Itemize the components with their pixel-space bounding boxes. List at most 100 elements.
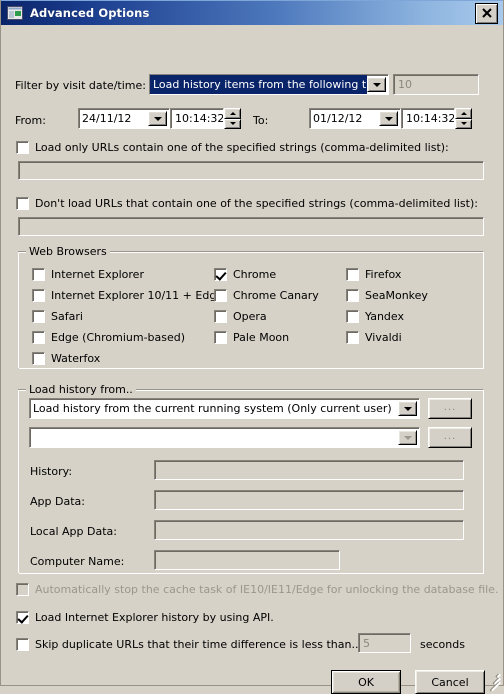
checkbox-box [16, 141, 29, 154]
browser-label: Safari [51, 310, 83, 323]
skip-duplicates-label: Skip duplicate URLs that their time diff… [35, 638, 362, 651]
close-icon [481, 8, 492, 18]
checkbox-box [346, 310, 359, 323]
browser-checkbox-opera[interactable]: Opera [214, 310, 267, 323]
browser-label: Internet Explorer [51, 268, 144, 281]
history-profile-browse-button[interactable]: ... [428, 427, 472, 448]
checkbox-box [16, 197, 29, 210]
browser-checkbox-yandex[interactable]: Yandex [346, 310, 404, 323]
history-profile-combo[interactable] [29, 427, 420, 448]
to-label: To: [253, 114, 269, 127]
exclude-urls-input[interactable] [18, 217, 484, 236]
history-path-input[interactable] [154, 460, 464, 480]
browser-label: Chrome Canary [233, 289, 319, 302]
from-date-value: 24/11/12 [82, 112, 132, 125]
checkbox-box [214, 331, 227, 344]
browser-label: Internet Explorer 10/11 + Edge [51, 289, 224, 302]
title-bar[interactable]: Advanced Options [1, 0, 503, 25]
advanced-options-dialog: Advanced Options Filter by visit date/ti… [0, 0, 504, 694]
browser-label: Yandex [365, 310, 404, 323]
load-ie-api-label: Load Internet Explorer history by using … [35, 611, 274, 624]
auto-stop-cache-label: Automatically stop the cache task of IE1… [35, 583, 499, 596]
checkbox-box [32, 310, 45, 323]
from-date-combo[interactable]: 24/11/12 [78, 108, 170, 129]
chevron-down-icon[interactable] [148, 111, 167, 126]
browser-label: Waterfox [51, 352, 101, 365]
checkbox-box [346, 268, 359, 281]
resize-grip[interactable] [487, 669, 501, 692]
browser-checkbox-internet-explorer-10-11-edge[interactable]: Internet Explorer 10/11 + Edge [32, 289, 223, 302]
spinner-down-button[interactable] [224, 118, 241, 129]
to-date-combo[interactable]: 01/12/12 [309, 108, 401, 129]
checkbox-box [16, 611, 29, 624]
to-time-spinner[interactable] [455, 108, 472, 129]
skip-duplicates-seconds-input[interactable]: 5 [358, 633, 411, 653]
checkbox-box [214, 310, 227, 323]
load-history-from-group-title: Load history from.. [26, 383, 136, 396]
local-app-data-input[interactable] [154, 520, 464, 540]
web-browsers-group-title: Web Browsers [26, 245, 110, 258]
load-ie-api-checkbox[interactable]: Load Internet Explorer history by using … [16, 611, 274, 624]
filter-mode-combo[interactable]: Load history items from the following ti… [149, 74, 389, 95]
browser-label: Opera [233, 310, 267, 323]
window-title: Advanced Options [30, 6, 150, 20]
local-app-data-label: Local App Data: [30, 525, 117, 538]
skip-duplicates-checkbox[interactable]: Skip duplicate URLs that their time diff… [16, 638, 362, 651]
browser-checkbox-internet-explorer[interactable]: Internet Explorer [32, 268, 144, 281]
include-urls-checkbox[interactable]: Load only URLs contain one of the specif… [16, 141, 449, 154]
chevron-down-icon[interactable] [367, 77, 386, 92]
filter-date-label: Filter by visit date/time: [15, 79, 146, 92]
checkbox-box [214, 268, 227, 281]
browser-checkbox-safari[interactable]: Safari [32, 310, 83, 323]
close-button[interactable] [475, 2, 498, 24]
history-path-label: History: [30, 465, 73, 478]
chevron-down-icon[interactable] [398, 401, 417, 416]
browser-label: SeaMonkey [365, 289, 428, 302]
spinner-up-button[interactable] [455, 108, 472, 119]
spinner-up-button[interactable] [224, 108, 241, 119]
checkbox-box [32, 289, 45, 302]
history-source-browse-button[interactable]: ... [428, 398, 472, 419]
chevron-down-icon[interactable] [379, 111, 398, 126]
window-options-icon [7, 6, 23, 20]
checkbox-box [16, 638, 29, 651]
browser-label: Pale Moon [233, 331, 290, 344]
exclude-urls-label: Don't load URLs that contain one of the … [35, 197, 478, 210]
browser-label: Chrome [233, 268, 277, 281]
computer-name-input[interactable] [154, 550, 340, 570]
app-data-label: App Data: [30, 495, 85, 508]
browser-checkbox-edge-chromium[interactable]: Edge (Chromium-based) [32, 331, 185, 344]
browser-checkbox-seamonkey[interactable]: SeaMonkey [346, 289, 428, 302]
cancel-button[interactable]: Cancel [415, 670, 485, 694]
spinner-down-button[interactable] [455, 118, 472, 129]
auto-stop-cache-checkbox[interactable]: Automatically stop the cache task of IE1… [16, 583, 498, 596]
checkbox-box [214, 289, 227, 302]
include-urls-input[interactable] [18, 161, 484, 180]
dialog-body: Filter by visit date/time: Load history … [1, 25, 503, 694]
app-data-input[interactable] [154, 490, 464, 510]
checkbox-box [346, 331, 359, 344]
browser-checkbox-pale-moon[interactable]: Pale Moon [214, 331, 289, 344]
checkbox-box [346, 289, 359, 302]
to-time-input[interactable]: 10:14:32 [401, 108, 455, 129]
checkbox-box [32, 268, 45, 281]
browser-label: Firefox [365, 268, 402, 281]
checkbox-box [32, 331, 45, 344]
from-time-spinner[interactable] [224, 108, 241, 129]
browser-checkbox-vivaldi[interactable]: Vivaldi [346, 331, 402, 344]
computer-name-label: Computer Name: [30, 555, 125, 568]
filter-count-input[interactable]: 10 [393, 74, 479, 95]
browser-label: Vivaldi [365, 331, 402, 344]
ok-button[interactable]: OK [331, 670, 401, 694]
from-time-input[interactable]: 10:14:32 [170, 108, 224, 129]
browser-checkbox-firefox[interactable]: Firefox [346, 268, 401, 281]
history-profile-value [30, 428, 398, 447]
checkbox-box [16, 583, 29, 596]
chevron-down-icon[interactable] [398, 430, 417, 445]
exclude-urls-checkbox[interactable]: Don't load URLs that contain one of the … [16, 197, 478, 210]
browser-checkbox-chrome[interactable]: Chrome [214, 268, 276, 281]
browser-checkbox-waterfox[interactable]: Waterfox [32, 352, 100, 365]
history-source-combo[interactable]: Load history from the current running sy… [29, 398, 420, 419]
browser-label: Edge (Chromium-based) [51, 331, 186, 344]
browser-checkbox-chrome-canary[interactable]: Chrome Canary [214, 289, 319, 302]
